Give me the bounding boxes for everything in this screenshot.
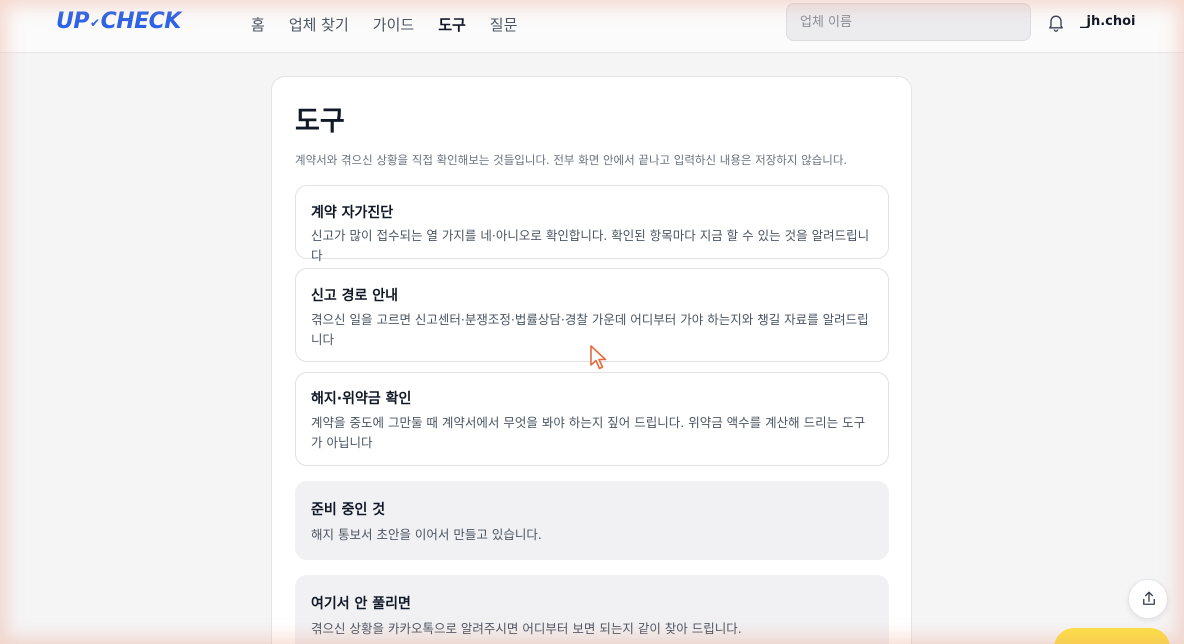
nav-home[interactable]: 홈	[251, 14, 265, 35]
info-title: 준비 중인 것	[311, 502, 386, 518]
tool-title: 신고 경로 안내	[311, 288, 399, 304]
page-title: 도구	[295, 106, 345, 137]
info-description[interactable]: 겪으신 상황을 카카오톡으로 알려주시면 어디부터 보면 되는지 같이 찾아 드…	[311, 619, 870, 639]
tool-description: 계약을 중도에 그만둘 때 계약서에서 무엇을 봐야 하는지 짚어 드립니다. …	[311, 415, 866, 450]
tool-card-cancellation-check[interactable]: 해지·위약금 확인 계약을 중도에 그만둘 때 계약서에서 무엇을 봐야 하는지…	[295, 372, 889, 466]
user-menu[interactable]: _jh.choi	[1080, 14, 1136, 29]
nav-tools[interactable]: 도구	[438, 14, 466, 35]
tool-description: 신고가 많이 접수되는 열 가지를 네·아니오로 확인합니다. 확인된 항목마다…	[311, 228, 870, 263]
info-description: 해지 통보서 초안을 이어서 만들고 있습니다.	[311, 527, 542, 542]
upcheck-logo[interactable]: UP✔CHECK	[56, 9, 181, 34]
logo-check-mark: ✔	[90, 16, 100, 30]
logo-text-up: UP	[56, 9, 90, 34]
share-icon	[1143, 591, 1155, 605]
main-nav: 홈 업체 찾기 가이드 도구 질문	[251, 14, 541, 35]
share-button[interactable]	[1128, 579, 1168, 619]
page-subtitle: 계약서와 겪으신 상황을 직접 확인해보는 것들입니다. 전부 화면 안에서 끝…	[295, 153, 848, 167]
tool-card-self-check[interactable]: 계약 자가진단 신고가 많이 접수되는 열 가지를 네·아니오로 확인합니다. …	[295, 185, 889, 263]
mouse-cursor-icon	[590, 345, 607, 370]
info-card-contact: 여기서 안 풀리면 겪으신 상황을 카카오톡으로 알려주시면 어디부터 보면 되…	[295, 575, 889, 644]
nav-find-company[interactable]: 업체 찾기	[289, 14, 349, 35]
bell-icon[interactable]	[1046, 11, 1066, 33]
logo-text-check: CHECK	[100, 9, 182, 34]
company-search-input[interactable]	[786, 3, 1031, 41]
tool-title: 해지·위약금 확인	[311, 391, 412, 407]
info-title: 여기서 안 풀리면	[311, 596, 411, 612]
tool-title: 계약 자가진단	[311, 205, 394, 221]
nav-questions[interactable]: 질문	[490, 14, 518, 35]
top-header: UP✔CHECK 홈 업체 찾기 가이드 도구 질문 _jh.choi	[0, 0, 1184, 53]
nav-guide[interactable]: 가이드	[373, 14, 414, 35]
info-card-in-progress: 준비 중인 것 해지 통보서 초안을 이어서 만들고 있습니다.	[295, 481, 889, 560]
kakao-chat-button[interactable]	[1054, 628, 1170, 644]
